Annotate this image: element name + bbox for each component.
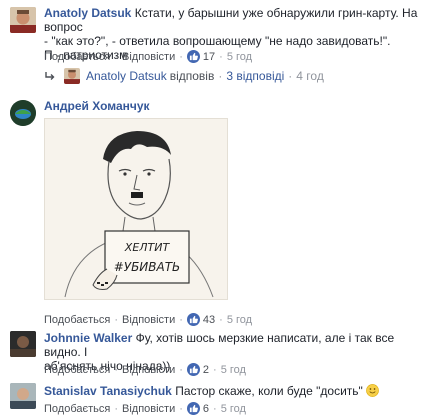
like-link[interactable]: Подобається [44,364,110,376]
avatar [64,68,80,84]
like-count[interactable]: 2 [203,364,209,376]
timestamp[interactable]: 5 год [221,364,246,376]
reply-link[interactable]: Відповісти [122,314,175,326]
timestamp[interactable]: 4 год [296,69,324,83]
reply-link[interactable]: Відповісти [122,364,175,376]
comment-author[interactable]: Johnnie Walker [44,331,132,345]
like-count[interactable]: 6 [203,403,209,415]
like-thumb-icon [186,313,200,326]
timestamp[interactable]: 5 год [227,314,252,326]
avatar-logo [10,100,36,126]
like-link[interactable]: Подобається [44,51,110,63]
timestamp[interactable]: 5 год [221,403,246,415]
avatar-photo [10,331,36,357]
reply-author[interactable]: Anatoly Datsuk [86,69,167,83]
reply-arrow-icon [44,70,56,82]
like-thumb-icon [186,363,200,376]
like-thumb-icon [186,50,200,63]
comment-actions: Подобається · Відповісти · 2 · 5 год [44,363,246,376]
comment-text: - "как это?", - ответила вопрошающему "н… [44,34,391,48]
timestamp[interactable]: 5 год [227,51,252,63]
avatar[interactable] [10,383,36,409]
like-count[interactable]: 43 [203,314,215,326]
avatar-photo [10,7,36,33]
comment-author[interactable]: Anatoly Datsuk [44,6,131,20]
avatar-photo [10,383,36,409]
like-link[interactable]: Подобається [44,403,110,415]
smile-emoji-icon [366,384,379,397]
avatar[interactable] [10,7,36,33]
comment-johnnie: Johnnie Walker Фу, хотів шось мерзкие на… [0,326,430,380]
avatar[interactable] [10,100,36,126]
sketch-drawing: ХЕЛТИТ #УБИВАТЬ [64,131,214,298]
comment-actions: Подобається · Відповісти · 17 · 5 год [44,50,253,63]
reply-verb: відповів [169,69,215,83]
comment-anatoly: Anatoly Datsuk Кстати, у барышни уже обн… [0,0,430,64]
sketch-image[interactable]: ХЕЛТИТ #УБИВАТЬ [44,118,228,300]
replies-preview[interactable]: Anatoly Datsuk відповів · 3 відповіді · … [44,68,324,84]
sign-text-2: #УБИВАТЬ [114,260,181,274]
comment-author[interactable]: Stanislav Tanasiychuk [44,384,172,398]
comment-author[interactable]: Андрей Хоманчук [44,99,150,113]
avatar[interactable] [10,331,36,357]
comment-actions: Подобається · Відповісти · 6 · 5 год [44,402,246,415]
comment-stanislav: Stanislav Tanasiychuk Пастор скаже, коли… [0,380,430,419]
reply-count[interactable]: 3 відповіді [226,69,284,83]
like-count[interactable]: 17 [203,51,215,63]
comment-actions: Подобається · Відповісти · 43 · 5 год [44,313,253,326]
like-link[interactable]: Подобається [44,314,110,326]
like-thumb-icon [186,402,200,415]
reply-link[interactable]: Відповісти [122,403,175,415]
comment-text: Пастор скаже, коли буде "досить" [175,384,363,398]
sign-text-1: ХЕЛТИТ [124,241,171,254]
reply-link[interactable]: Відповісти [122,51,175,63]
